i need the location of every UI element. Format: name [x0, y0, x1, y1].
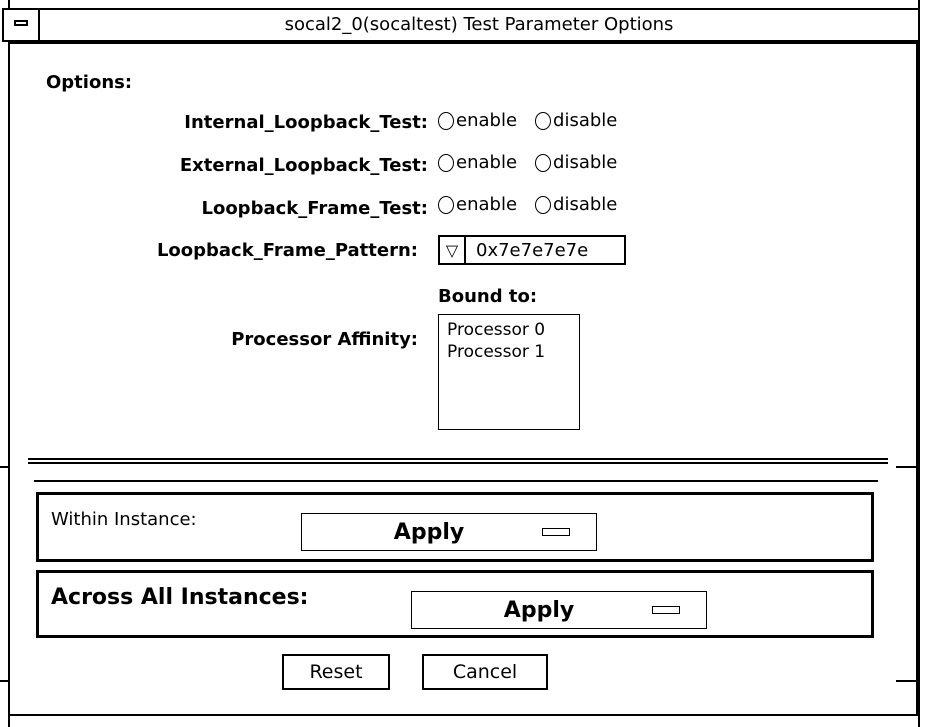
window-notch	[896, 466, 920, 468]
radio-label: disable	[553, 194, 618, 215]
bound-to-label: Bound to:	[438, 286, 538, 307]
window-edge-right	[918, 0, 920, 727]
loopback-frame-test-disable-radio[interactable]: disable	[535, 194, 617, 215]
reset-button[interactable]: Reset	[282, 654, 390, 690]
radio-label: disable	[553, 110, 618, 131]
radio-circle-icon	[535, 195, 552, 214]
external-loopback-disable-radio[interactable]: disable	[535, 152, 617, 173]
within-instance-label: Within Instance:	[51, 509, 197, 530]
apply-button-label: Apply	[393, 519, 465, 545]
cancel-button[interactable]: Cancel	[422, 654, 548, 690]
radio-label: enable	[456, 152, 518, 173]
window-title: socal2_0(socaltest) Test Parameter Optio…	[284, 14, 674, 35]
window-menu-icon	[14, 20, 28, 26]
internal-loopback-radio-group: enable disable	[438, 110, 635, 131]
reset-button-label: Reset	[309, 661, 363, 683]
loopback-frame-test-label: Loopback_Frame_Test:	[201, 198, 428, 219]
radio-label: enable	[456, 194, 518, 215]
title-bar: socal2_0(socaltest) Test Parameter Optio…	[2, 8, 920, 42]
dialog-content: Options: Internal_Loopback_Test: enable …	[18, 44, 918, 714]
window-menu-button[interactable]	[4, 10, 40, 40]
loopback-frame-pattern-value: 0x7e7e7e7e	[476, 239, 589, 261]
radio-label: enable	[456, 110, 518, 131]
external-loopback-enable-radio[interactable]: enable	[438, 152, 517, 173]
external-loopback-radio-group: enable disable	[438, 152, 635, 173]
internal-loopback-disable-radio[interactable]: disable	[535, 110, 617, 131]
window-notch	[0, 680, 10, 682]
processor-list-item[interactable]: Processor 0	[447, 319, 571, 341]
internal-loopback-enable-radio[interactable]: enable	[438, 110, 517, 131]
loopback-frame-pattern-dropdown[interactable]: ▽ 0x7e7e7e7e	[438, 235, 626, 265]
section-divider	[34, 480, 878, 484]
across-instances-apply-button[interactable]: Apply	[411, 591, 707, 629]
cancel-button-label: Cancel	[452, 661, 518, 683]
within-instance-apply-button[interactable]: Apply	[301, 513, 597, 551]
apply-button-label: Apply	[503, 597, 575, 623]
radio-label: disable	[553, 152, 618, 173]
menu-indicator-icon	[652, 606, 680, 614]
radio-circle-icon	[535, 111, 552, 130]
external-loopback-label: External_Loopback_Test:	[179, 155, 428, 176]
processor-affinity-listbox[interactable]: Processor 0 Processor 1	[438, 314, 580, 430]
radio-circle-icon	[438, 195, 454, 214]
menu-indicator-icon	[542, 528, 570, 536]
loopback-frame-test-radio-group: enable disable	[438, 194, 635, 215]
loopback-frame-test-enable-radio[interactable]: enable	[438, 194, 517, 215]
section-divider	[28, 458, 888, 464]
options-heading: Options:	[46, 72, 133, 93]
internal-loopback-label: Internal_Loopback_Test:	[184, 112, 428, 133]
window-notch	[896, 680, 920, 682]
within-instance-group: Within Instance: Apply	[36, 492, 874, 562]
loopback-frame-pattern-label: Loopback_Frame_Pattern:	[156, 240, 418, 261]
across-instances-label: Across All Instances:	[51, 585, 309, 610]
radio-circle-icon	[438, 111, 454, 130]
across-instances-group: Across All Instances: Apply	[36, 570, 874, 638]
radio-circle-icon	[438, 153, 454, 172]
window-notch	[0, 466, 10, 468]
processor-affinity-label: Processor Affinity:	[231, 329, 418, 350]
dropdown-arrow-icon: ▽	[440, 237, 466, 263]
processor-list-item[interactable]: Processor 1	[447, 341, 571, 363]
radio-circle-icon	[535, 153, 552, 172]
